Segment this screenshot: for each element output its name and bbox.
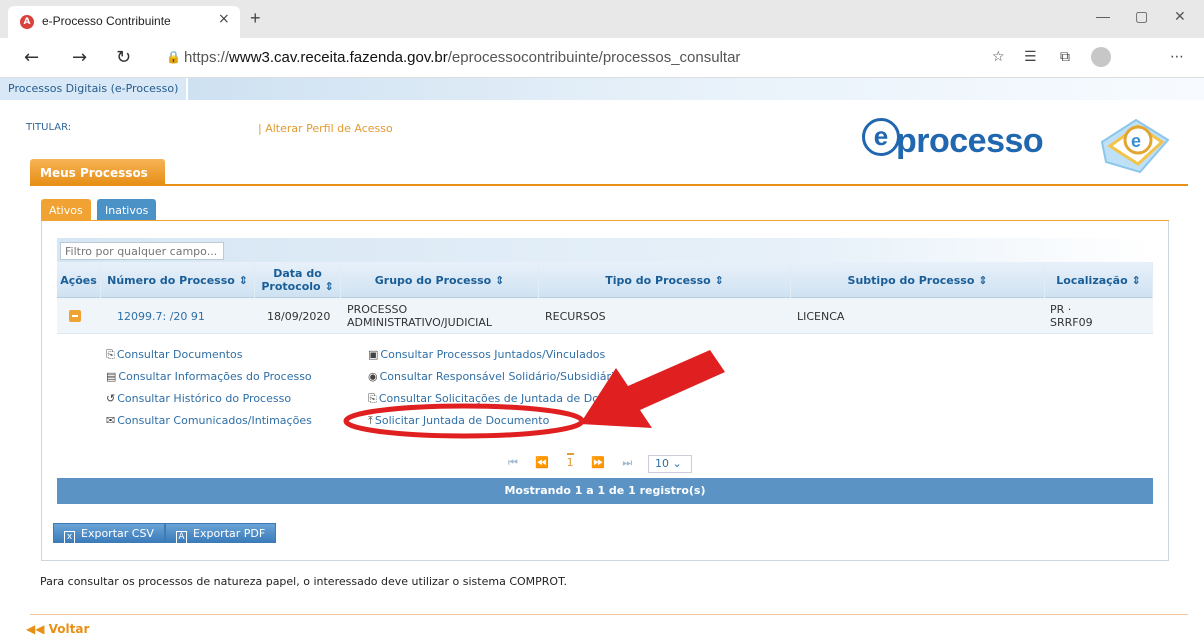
current-page[interactable]: 1	[566, 453, 574, 469]
favorite-star-icon[interactable]: ☆	[992, 49, 1005, 65]
action-consultar-comunicados[interactable]: ✉ Consultar Comunicados/Intimações	[106, 414, 312, 427]
minimize-icon[interactable]: —	[1096, 8, 1110, 24]
table-header: Ações Número do Processo ⇕ Data do Proto…	[57, 262, 1153, 298]
alterar-perfil-link[interactable]: | Alterar Perfil de Acesso	[258, 122, 393, 135]
back-arrows-icon: ◀◀	[26, 622, 49, 636]
col-acoes: Ações	[57, 262, 101, 298]
favorites-list-icon[interactable]: ☰	[1024, 49, 1037, 65]
tab-inativos[interactable]: Inativos	[97, 199, 157, 221]
back-icon[interactable]: ←	[24, 47, 39, 68]
tab-ativos[interactable]: Ativos	[41, 199, 91, 221]
col-data[interactable]: Data do Protocolo ⇕	[255, 262, 341, 298]
browser-tab-bar: A e-Processo Contribuinte × + — ▢ ✕	[0, 0, 1204, 38]
next-page-icon[interactable]: ⏩	[591, 456, 605, 469]
col-numero[interactable]: Número do Processo ⇕	[101, 262, 255, 298]
action-consultar-informacoes[interactable]: ▤ Consultar Informações do Processo	[106, 370, 312, 383]
more-menu-icon[interactable]: ⋯	[1170, 49, 1184, 65]
site-favicon-icon: A	[20, 15, 34, 29]
linked-icon: ▣	[368, 348, 379, 361]
info-icon: ▤	[106, 370, 117, 383]
action-solicitar-juntada[interactable]: ⤒ Solicitar Juntada de Documento	[368, 414, 549, 428]
comprot-note: Para consultar os processos de natureza …	[40, 575, 567, 588]
history-icon: ↺	[106, 392, 116, 405]
close-window-icon[interactable]: ✕	[1174, 8, 1186, 25]
action-consultar-historico[interactable]: ↺ Consultar Histórico do Processo	[106, 392, 291, 405]
eye-icon: ◉	[368, 370, 378, 383]
col-tipo[interactable]: Tipo do Processo ⇕	[539, 262, 791, 298]
forward-icon[interactable]: →	[72, 47, 87, 68]
csv-file-icon: x	[64, 531, 75, 544]
tab-underline	[30, 184, 1188, 186]
pdf-file-icon: A	[176, 531, 187, 544]
address-bar: ← → ↻ 🔒 https://www3.cav.receita.fazenda…	[0, 38, 1204, 78]
upload-icon: ⤒	[368, 414, 373, 427]
cell-localizacao: PR · SRRF09	[1050, 303, 1093, 329]
first-page-icon[interactable]: ⏮	[508, 456, 518, 469]
collections-icon[interactable]: ⧉	[1060, 49, 1070, 65]
mail-icon: ✉	[106, 414, 116, 427]
eprocesso-logo: e processo e	[860, 108, 1180, 188]
maximize-icon[interactable]: ▢	[1135, 8, 1148, 25]
table-row[interactable]: 12099.7: /20 91 18/09/2020 PROCESSO ADMI…	[57, 298, 1153, 334]
action-consultar-documentos[interactable]: ⎘ Consultar Documentos	[106, 348, 242, 362]
last-page-icon[interactable]: ⏭	[622, 456, 632, 469]
lock-icon[interactable]: 🔒	[166, 50, 181, 64]
documents-icon: ⎘	[106, 348, 115, 361]
logo-e-mark: e	[862, 118, 900, 156]
documents-icon: ⎘	[368, 392, 377, 405]
pagination: ⏮ ⏪ 1 ⏩ ⏭	[508, 453, 646, 474]
cell-subtipo: LICENCA	[797, 309, 845, 323]
cell-data: 18/09/2020	[267, 309, 331, 323]
reload-icon[interactable]: ↻	[116, 47, 131, 68]
cell-numero[interactable]: 12099.7: /20 91	[117, 298, 253, 334]
browser-tab[interactable]: A e-Processo Contribuinte ×	[8, 6, 240, 38]
col-subtipo[interactable]: Subtipo do Processo ⇕	[791, 262, 1045, 298]
system-title: Processos Digitais (e-Processo)	[0, 78, 189, 100]
col-grupo[interactable]: Grupo do Processo ⇕	[341, 262, 539, 298]
cell-tipo: RECURSOS	[545, 309, 606, 323]
close-tab-icon[interactable]: ×	[218, 11, 230, 27]
filter-input[interactable]	[60, 242, 224, 260]
new-tab-icon[interactable]: +	[250, 8, 261, 29]
tab-meus-processos[interactable]: Meus Processos	[30, 159, 165, 185]
system-strip: Processos Digitais (e-Processo)	[0, 78, 1204, 100]
col-localizacao[interactable]: Localização ⇕	[1045, 262, 1153, 298]
svg-text:e: e	[1131, 131, 1141, 151]
logo-envelope-icon: e	[1100, 118, 1170, 174]
page-size-select[interactable]: 10 ⌄	[648, 455, 692, 473]
voltar-link[interactable]: ◀◀ Voltar	[26, 622, 89, 636]
prev-page-icon[interactable]: ⏪	[535, 456, 549, 469]
tab-title: e-Processo Contribuinte	[42, 14, 171, 28]
collapse-icon[interactable]	[69, 310, 81, 322]
records-count: Mostrando 1 a 1 de 1 registro(s)	[57, 478, 1153, 504]
cell-grupo: PROCESSO ADMINISTRATIVO/JUDICIAL	[347, 303, 493, 329]
export-pdf-button[interactable]: A Exportar PDF	[165, 523, 277, 544]
profile-avatar[interactable]	[1091, 47, 1111, 67]
bottom-divider	[30, 614, 1188, 615]
export-csv-button[interactable]: x Exportar CSV	[53, 523, 165, 544]
titular-label: TITULAR:	[26, 122, 72, 133]
action-consultar-solicitacoes[interactable]: ⎘ Consultar Solicitações de Juntada de Do…	[368, 392, 623, 406]
url-field[interactable]: https://www3.cav.receita.fazenda.gov.br/…	[184, 49, 740, 66]
logo-text: processo	[896, 122, 1044, 160]
action-consultar-responsavel[interactable]: ◉ Consultar Responsável Solidário/Subsidi…	[368, 370, 621, 383]
action-consultar-juntados[interactable]: ▣ Consultar Processos Juntados/Vinculados	[368, 348, 605, 361]
